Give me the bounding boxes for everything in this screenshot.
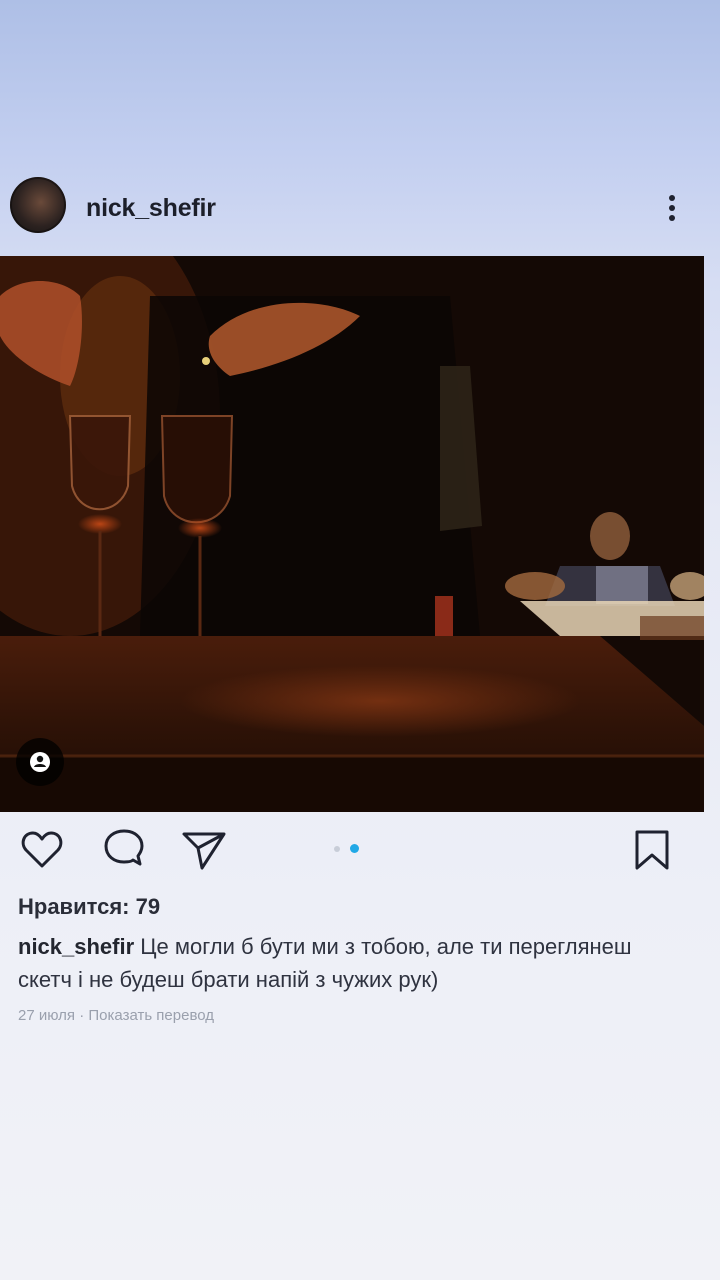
meta-separator: · [75, 1007, 89, 1024]
post-caption: nick_shefir Це могли б бути ми з тобою, … [18, 930, 668, 996]
paper-plane-icon[interactable] [180, 826, 228, 874]
post-photo[interactable] [0, 256, 704, 812]
person-tag-icon[interactable] [16, 738, 64, 786]
post-meta: 27 июля · Показать перевод [18, 1007, 214, 1024]
post-username[interactable]: nick_shefir [86, 194, 216, 223]
post-date: 27 июля [18, 1007, 76, 1024]
heart-icon[interactable] [18, 826, 66, 874]
post-header: nick_shefir [0, 170, 720, 250]
bookmark-icon[interactable] [628, 826, 676, 874]
comment-bubble-icon[interactable] [100, 826, 148, 874]
carousel-indicator [330, 843, 370, 855]
caption-username[interactable]: nick_shefir [18, 934, 134, 959]
more-vertical-icon[interactable] [660, 192, 684, 228]
avatar[interactable] [10, 177, 66, 233]
translate-link[interactable]: Показать перевод [88, 1007, 214, 1024]
photo-scene [0, 256, 704, 812]
likes-count[interactable]: Нравится: 79 [18, 894, 160, 920]
carousel-dot [334, 846, 340, 852]
carousel-dot-active [350, 844, 359, 853]
